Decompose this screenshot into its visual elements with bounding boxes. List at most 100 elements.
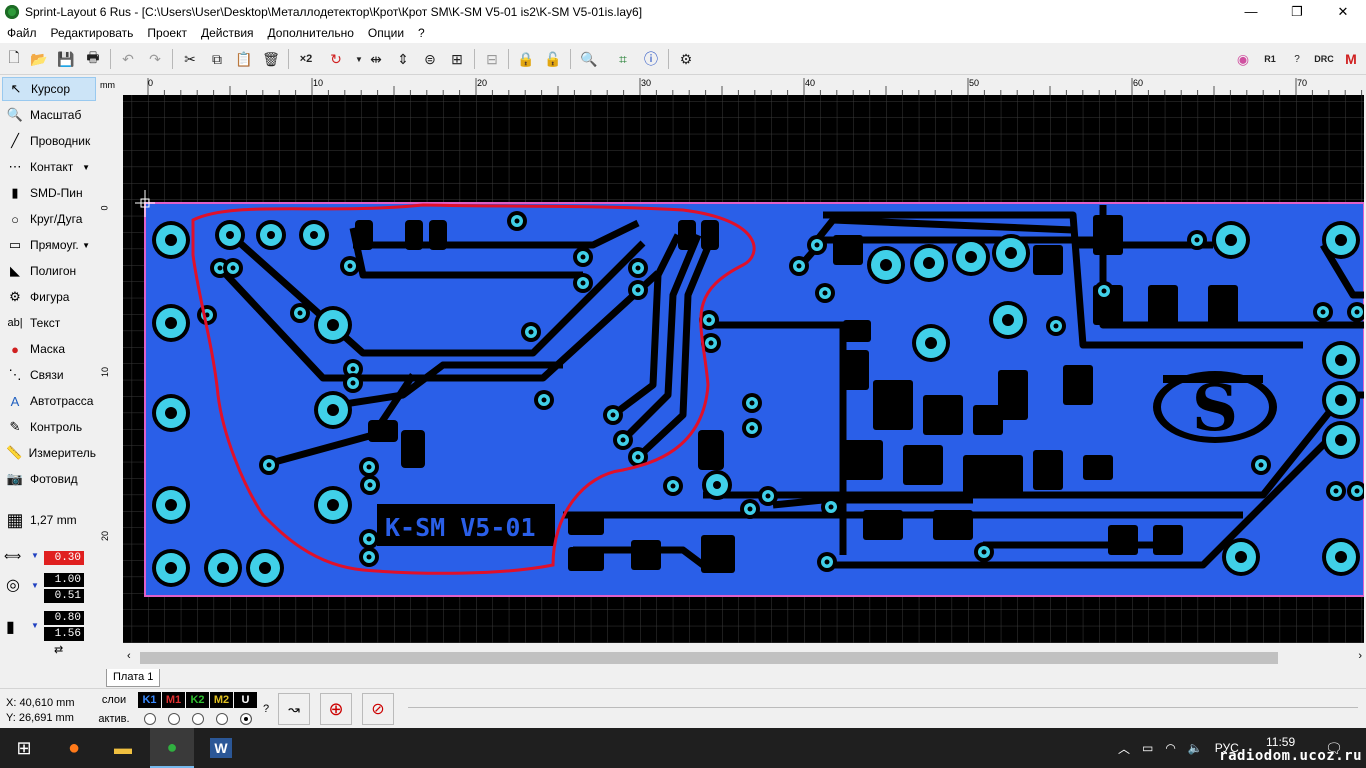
layer-k1-button[interactable]: K1 <box>138 692 161 708</box>
maximize-button[interactable]: ❐ <box>1274 0 1320 23</box>
horizontal-scrollbar[interactable]: ‹ › <box>123 648 1366 668</box>
layer-help[interactable]: ? <box>263 703 269 715</box>
crop-icon[interactable]: ⌗ <box>612 48 634 70</box>
minimize-button[interactable]: — <box>1228 0 1274 23</box>
layer-k1-radio[interactable] <box>144 713 156 725</box>
print-icon[interactable]: 🖶 <box>82 48 104 70</box>
copy-icon[interactable]: ⧉ <box>206 48 228 70</box>
grid-selector[interactable]: ▦ 1,27 mm <box>2 508 96 532</box>
battery-icon[interactable]: ▭ <box>1142 741 1153 755</box>
close-button[interactable]: ✕ <box>1320 0 1366 23</box>
volume-icon[interactable]: 🔈 <box>1188 741 1203 755</box>
mirror-vertical-icon[interactable]: ⇕ <box>392 48 414 70</box>
word-icon[interactable]: W <box>199 728 243 768</box>
layer-m1-radio[interactable] <box>168 713 180 725</box>
layer-k2-button[interactable]: K2 <box>186 692 209 708</box>
tool-track[interactable]: ╱ Проводник <box>2 129 96 153</box>
zoom-fit-icon[interactable]: 🔍 <box>578 48 600 70</box>
tool-polygon[interactable]: ◣ Полигон <box>2 259 96 283</box>
wifi-icon[interactable]: ◠ <box>1165 741 1175 755</box>
menu-file[interactable]: Файл <box>0 26 44 40</box>
ungroup-icon[interactable]: ⊟ <box>481 48 503 70</box>
m-icon[interactable]: M <box>1340 48 1362 70</box>
origin-icon[interactable]: ⊕ <box>320 693 352 725</box>
lock-icon[interactable]: 🔒 <box>515 48 537 70</box>
new-file-icon[interactable]: 🗋 <box>3 48 25 70</box>
save-icon[interactable]: 💾 <box>55 48 77 70</box>
tool-measure[interactable]: 📏 Измеритель <box>2 441 96 465</box>
smd-width-value[interactable]: 0.80 <box>44 611 84 625</box>
windows-start-icon[interactable]: ⊞ <box>2 728 46 768</box>
menu-project[interactable]: Проект <box>140 26 194 40</box>
explorer-folder-icon[interactable]: ▬ <box>101 728 145 768</box>
dropdown-icon[interactable]: ▼ <box>31 581 39 590</box>
redo-icon[interactable]: ↷ <box>144 48 166 70</box>
sprint-layout-taskbar-icon[interactable]: ● <box>150 728 194 768</box>
paste-icon[interactable]: 📋 <box>233 48 255 70</box>
scroll-left-icon[interactable]: ‹ <box>127 650 131 662</box>
snap-off-icon[interactable]: ⊘ <box>362 693 394 725</box>
delete-icon[interactable]: 🗑 <box>260 48 282 70</box>
layer-m2-radio[interactable] <box>216 713 228 725</box>
ruler-left: 0 10 20 <box>98 95 123 645</box>
layer-k2-radio[interactable] <box>192 713 204 725</box>
duplicate-icon[interactable]: ×2 <box>295 48 317 70</box>
track-width-value[interactable]: 0.30 <box>44 551 84 565</box>
dropdown-icon[interactable]: ▼ <box>82 241 90 250</box>
menu-help[interactable]: ? <box>411 26 432 40</box>
layer-m2-button[interactable]: M2 <box>210 692 233 708</box>
scroll-right-icon[interactable]: › <box>1358 650 1362 662</box>
active-label: актив. <box>98 713 130 725</box>
main-toolbar: 🗋 📂 💾 🖶 ↶ ↷ ✂ ⧉ 📋 🗑 ×2 ↻ ▼ ⇹ ⇕ ⊜ ⊞ ⊟ 🔒 🔓… <box>0 43 1366 75</box>
smd-height-value[interactable]: 1.56 <box>44 627 84 641</box>
mirror-horizontal-icon[interactable]: ⇹ <box>365 48 387 70</box>
menu-options[interactable]: Опции <box>361 26 411 40</box>
cut-icon[interactable]: ✂ <box>179 48 201 70</box>
layer-m1-button[interactable]: M1 <box>162 692 185 708</box>
dropdown-icon[interactable]: ▼ <box>82 163 90 172</box>
tool-zoom[interactable]: 🔍 Масштаб <box>2 103 96 127</box>
layer-u-radio[interactable] <box>240 713 252 725</box>
align-icon[interactable]: ⊜ <box>419 48 441 70</box>
unlock-icon[interactable]: 🔓 <box>542 48 564 70</box>
r1-icon[interactable]: R1 <box>1259 48 1281 70</box>
dropdown-icon[interactable]: ▼ <box>31 551 39 560</box>
pad-outer-value[interactable]: 1.00 <box>44 573 84 587</box>
tray-chevron-icon[interactable]: ︿ <box>1118 740 1130 757</box>
menu-edit[interactable]: Редактировать <box>44 26 141 40</box>
macro-icon[interactable]: ◉ <box>1232 48 1254 70</box>
firefox-icon[interactable]: ● <box>52 728 96 768</box>
settings-gear-icon[interactable]: ⚙ <box>675 48 697 70</box>
tool-circle[interactable]: ○ Круг/Дуга <box>2 207 96 231</box>
tool-check[interactable]: ✎ Контроль <box>2 415 96 439</box>
tool-cursor[interactable]: ↖ Курсор <box>2 77 96 101</box>
menu-actions[interactable]: Действия <box>194 26 261 40</box>
swap-icon[interactable]: ⇄ <box>54 643 63 656</box>
tool-shape[interactable]: ⚙ Фигура <box>2 285 96 309</box>
undo-icon[interactable]: ↶ <box>117 48 139 70</box>
menu-extra[interactable]: Дополнительно <box>261 26 361 40</box>
drc-icon[interactable]: DRC <box>1313 48 1335 70</box>
tool-rectangle[interactable]: ▭ Прямоуг. ▼ <box>2 233 96 257</box>
scroll-thumb[interactable] <box>140 652 1278 664</box>
connection-tool-icon[interactable]: ↝ <box>278 693 310 725</box>
board-label[interactable]: K-SM V5-01 <box>385 513 536 542</box>
tool-smd-pad[interactable]: ▮ SMD-Пин <box>2 181 96 205</box>
tool-mask[interactable]: ● Маска <box>2 337 96 361</box>
tool-connections[interactable]: ⋱ Связи <box>2 363 96 387</box>
open-folder-icon[interactable]: 📂 <box>28 48 50 70</box>
tool-photoview[interactable]: 📷 Фотовид <box>2 467 96 491</box>
layer-u-button[interactable]: U <box>234 692 257 708</box>
tool-pad[interactable]: ⋯ Контакт ▼ <box>2 155 96 179</box>
tab-board-1[interactable]: Плата 1 <box>106 669 161 687</box>
tool-text[interactable]: ab| Текст <box>2 311 96 335</box>
group-icon[interactable]: ⊞ <box>446 48 468 70</box>
dropdown-icon[interactable]: ▼ <box>31 621 39 630</box>
pcb-drawing[interactable]: S K-SM V5-01 <box>123 95 1364 643</box>
tool-autoroute[interactable]: A Автотрасса <box>2 389 96 413</box>
pcb-canvas[interactable]: S K-SM V5-01 <box>123 95 1364 643</box>
info-icon[interactable]: ⓘ <box>640 48 662 70</box>
pad-inner-value[interactable]: 0.51 <box>44 589 84 603</box>
check-pass-icon[interactable]: ? <box>1286 48 1308 70</box>
rotate-icon[interactable]: ↻ <box>325 48 347 70</box>
